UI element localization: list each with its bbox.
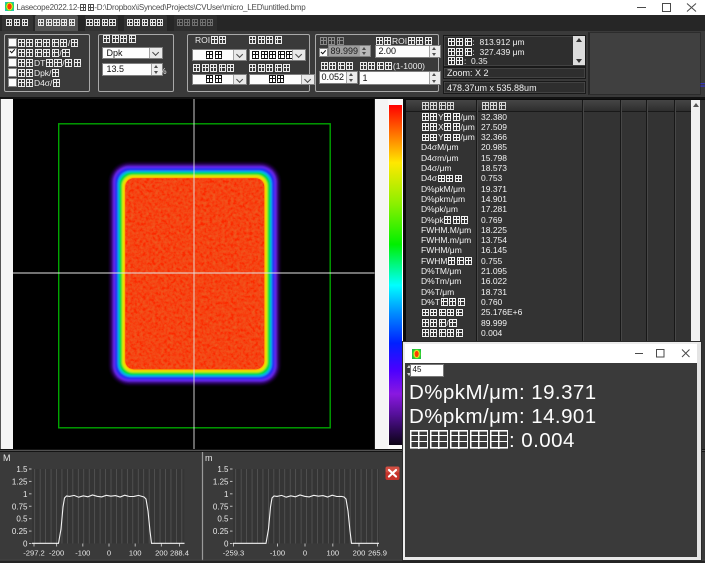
svg-text:1.5: 1.5	[217, 465, 229, 474]
svg-text:100: 100	[129, 549, 142, 558]
svg-text:-100: -100	[270, 549, 285, 558]
svg-text:100: 100	[326, 549, 339, 558]
svg-text:0.25: 0.25	[213, 527, 229, 536]
svg-text:1: 1	[224, 490, 229, 499]
svg-text:288.4: 288.4	[170, 549, 189, 558]
svg-text:M: M	[3, 453, 11, 463]
svg-text:0: 0	[107, 549, 111, 558]
svg-text:265.9: 265.9	[368, 549, 387, 558]
svg-text:1.5: 1.5	[16, 465, 28, 474]
svg-text:0.25: 0.25	[12, 527, 28, 536]
svg-text:-297.2: -297.2	[23, 549, 45, 558]
svg-text:0.75: 0.75	[213, 502, 229, 511]
svg-text:0: 0	[23, 540, 28, 549]
svg-text:-259.3: -259.3	[223, 549, 245, 558]
svg-text:200: 200	[155, 549, 168, 558]
svg-text:0: 0	[224, 540, 229, 549]
svg-text:200: 200	[353, 549, 366, 558]
svg-text:-100: -100	[75, 549, 90, 558]
svg-text:0.75: 0.75	[12, 502, 28, 511]
svg-text:1.25: 1.25	[213, 477, 229, 486]
svg-text:0.5: 0.5	[16, 515, 28, 524]
svg-text:1: 1	[23, 490, 28, 499]
svg-text:0.5: 0.5	[217, 515, 229, 524]
svg-text:0: 0	[303, 549, 307, 558]
svg-text:m: m	[205, 453, 213, 463]
svg-text:-200: -200	[49, 549, 64, 558]
svg-text:1.25: 1.25	[12, 477, 28, 486]
